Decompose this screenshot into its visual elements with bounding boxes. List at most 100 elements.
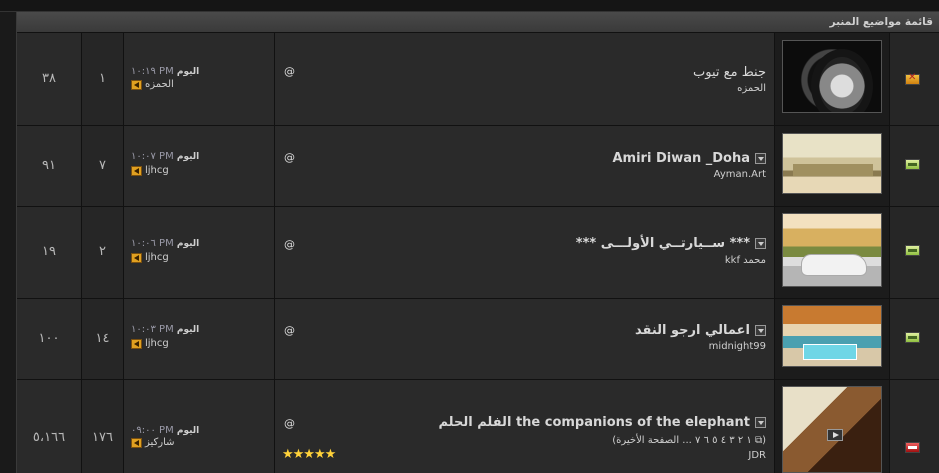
last-post-date: ١٠:١٩ PM اليوم [131,66,200,77]
last-post-cell: ١٠:١٩ PM اليوم الحمزه [124,33,275,125]
replies-cell: ١ [82,33,124,125]
views-count: ٥،١٦٦ [32,430,66,445]
last-post-cell: ١٠:٠٣ PM اليوم ljhcg [124,299,275,379]
status-cell [890,126,939,206]
views-cell: ١٠٠ [17,299,82,379]
thread-author[interactable]: الحمزه [737,83,766,94]
thumbnail-cell [775,33,890,125]
attachment-icon[interactable]: @ [284,65,295,78]
thread-thumbnail[interactable] [782,386,882,473]
last-post-date: ١٠:٠٣ PM اليوم [131,324,200,335]
thread-title-link[interactable]: Amiri Diwan _Doha [612,151,750,166]
views-cell: ٩١ [17,126,82,206]
section-header: قائمة مواضيع المنبر [17,12,939,33]
status-cell [890,33,939,125]
thread-title-link[interactable]: اعمالي ارجو النقد [635,323,750,338]
thumbnail-cell [775,126,890,206]
thread-author[interactable]: JDR [748,450,766,461]
attachment-icon[interactable]: @ [284,417,295,430]
views-count: ١٩ [42,244,56,259]
thread-title-line: اعمالي ارجو النقد [635,323,766,338]
thread-author[interactable]: محمد kkf [725,255,766,266]
play-video-icon[interactable] [827,429,843,441]
replies-cell: ١٧٦ [82,380,124,473]
views-count: ١٠٠ [38,331,60,346]
thread-title-link[interactable]: the companions of the elephant الفلم الح… [438,415,750,430]
title-cell: @ *** ســيارتــي الأولـــى *** محمد kkf [275,207,775,298]
thread-menu-dropdown-icon[interactable] [755,153,766,164]
title-cell: @ جنط مع تيوب الحمزه [275,33,775,125]
replies-cell: ٢ [82,207,124,298]
thread-thumbnail[interactable] [782,40,882,113]
new-posts-icon [905,245,920,256]
views-cell: ١٩ [17,207,82,298]
last-post-cell: ١٠:٠٧ PM اليوم ljhcg [124,126,275,206]
thread-title-line: Amiri Diwan _Doha [612,151,766,166]
top-strip [0,0,939,12]
last-post-user[interactable]: شاركيز [131,437,175,448]
replies-cell: ٧ [82,126,124,206]
attachment-icon[interactable]: @ [284,324,295,337]
new-posts-icon [905,332,920,343]
thread-author[interactable]: Ayman.Art [714,169,766,180]
thread-thumbnail[interactable] [782,305,882,367]
last-post-user[interactable]: الحمزه [131,79,174,90]
replies-count[interactable]: ٧ [82,158,123,173]
status-cell [890,380,939,473]
thumbnail-cell [775,380,890,473]
last-post-cell: ١٠:٠٦ PM اليوم ljhcg [124,207,275,298]
last-post-date: ١٠:٠٦ PM اليوم [131,238,200,249]
thread-title-line: the companions of the elephant الفلم الح… [438,415,766,430]
last-post-date: ١٠:٠٧ PM اليوم [131,151,200,162]
thread-title-line: *** ســيارتــي الأولـــى *** [576,236,766,251]
views-cell: ٥،١٦٦ [17,380,82,473]
section-title: قائمة مواضيع المنبر [829,16,933,28]
last-post-cell: ٠٩:٠٠ PM اليوم شاركيز [124,380,275,473]
thread-title-line: جنط مع تيوب [693,65,766,80]
views-count: ٩١ [42,158,56,173]
goto-last-post-icon[interactable] [131,165,142,176]
thread-list: قائمة مواضيع المنبر ٣٨ ١ ١٠:١٩ PM اليوم … [16,12,939,473]
last-post-date: ٠٩:٠٠ PM اليوم [131,425,200,436]
thread-thumbnail[interactable] [782,213,882,287]
thread-row: ٣٨ ١ ١٠:١٩ PM اليوم الحمزه @ جنط مع تيوب… [17,33,939,126]
replies-count[interactable]: ١ [82,71,123,86]
thread-row: ٥،١٦٦ ١٧٦ ٠٩:٠٠ PM اليوم شاركيز @ the co… [17,380,939,473]
thread-menu-dropdown-icon[interactable] [755,238,766,249]
replies-count[interactable]: ١٤ [82,331,123,346]
goto-last-post-icon[interactable] [131,437,142,448]
thread-row: ٩١ ٧ ١٠:٠٧ PM اليوم ljhcg @ Amiri Diwan … [17,126,939,207]
hot-thread-icon [905,72,920,85]
status-cell [890,299,939,379]
thread-menu-dropdown-icon[interactable] [755,325,766,336]
views-cell: ٣٨ [17,33,82,125]
views-count: ٣٨ [42,71,56,86]
goto-last-post-icon[interactable] [131,338,142,349]
thumbnail-cell [775,299,890,379]
thread-title-link[interactable]: *** ســيارتــي الأولـــى *** [576,236,750,251]
thread-thumbnail[interactable] [782,133,882,194]
title-cell: @ اعمالي ارجو النقد midnight99 [275,299,775,379]
goto-last-post-icon[interactable] [131,252,142,263]
attachment-icon[interactable]: @ [284,238,295,251]
thread-row: ١٩ ٢ ١٠:٠٦ PM اليوم ljhcg @ *** ســيارتـ… [17,207,939,299]
last-post-user[interactable]: ljhcg [131,165,169,176]
last-post-user[interactable]: ljhcg [131,338,169,349]
status-cell [890,207,939,298]
thread-title-link[interactable]: جنط مع تيوب [693,65,766,80]
last-post-user[interactable]: ljhcg [131,252,169,263]
replies-count[interactable]: ٢ [82,244,123,259]
hot-new-thread-icon [905,442,920,453]
thread-menu-dropdown-icon[interactable] [755,417,766,428]
goto-last-post-icon[interactable] [131,79,142,90]
thread-author[interactable]: midnight99 [709,341,766,352]
thread-pages-nav[interactable]: (⧉ ١ ٢ ٣ ٤ ٥ ٦ ٧ ... الصفحة الأخيرة) [612,435,766,446]
replies-cell: ١٤ [82,299,124,379]
attachment-icon[interactable]: @ [284,151,295,164]
title-cell: @ Amiri Diwan _Doha Ayman.Art [275,126,775,206]
thread-row: ١٠٠ ١٤ ١٠:٠٣ PM اليوم ljhcg @ اعمالي ارج… [17,299,939,380]
rating-stars-icon: ★★★★★ [282,447,336,462]
thumbnail-cell [775,207,890,298]
replies-count[interactable]: ١٧٦ [82,430,123,445]
new-posts-icon [905,159,920,170]
